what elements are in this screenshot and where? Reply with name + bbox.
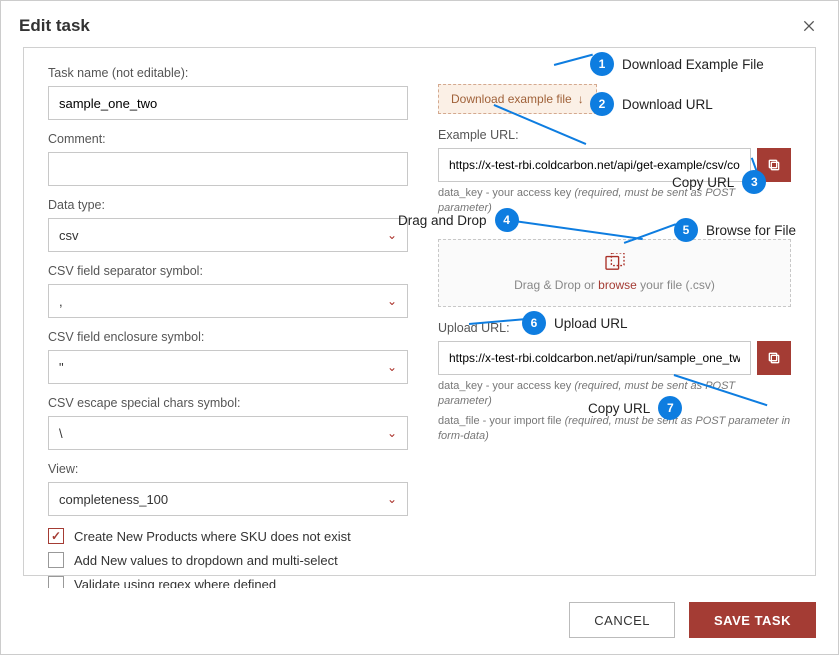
- data-type-select[interactable]: csv ⌄: [48, 218, 408, 252]
- upload-url-input[interactable]: [438, 341, 751, 375]
- chevron-down-icon: ⌄: [387, 360, 397, 374]
- example-url-hint: data_key - your access key (required, mu…: [438, 186, 791, 217]
- upload-url-hint-2: data_file - your import file (required, …: [438, 414, 791, 445]
- create-products-label: Create New Products where SKU does not e…: [74, 529, 351, 544]
- download-example-label: Download example file: [451, 92, 572, 106]
- dialog-footer: CANCEL SAVE TASK: [1, 588, 838, 654]
- chevron-down-icon: ⌄: [387, 228, 397, 242]
- escape-label: CSV escape special chars symbol:: [48, 396, 408, 410]
- dialog-title: Edit task: [19, 16, 90, 36]
- separator-label: CSV field separator symbol:: [48, 264, 408, 278]
- right-column: Download example file ↓ Example URL: dat…: [438, 66, 791, 588]
- copy-upload-url-button[interactable]: [757, 341, 791, 375]
- upload-url-label: Upload URL:: [438, 321, 791, 335]
- annotation-line: [554, 54, 593, 66]
- upload-icon: [604, 253, 626, 274]
- task-name-input[interactable]: [48, 86, 408, 120]
- left-column: Task name (not editable): Comment: Data …: [48, 66, 408, 588]
- example-url-input[interactable]: [438, 148, 751, 182]
- example-url-label: Example URL:: [438, 128, 791, 142]
- validate-regex-label: Validate using regex where defined: [74, 577, 276, 589]
- data-type-value: csv: [59, 228, 79, 243]
- escape-select[interactable]: \ ⌄: [48, 416, 408, 450]
- file-dropzone[interactable]: Drag & Drop or browse your file (.csv): [438, 239, 791, 307]
- cancel-button[interactable]: CANCEL: [569, 602, 675, 638]
- close-icon[interactable]: [798, 15, 820, 37]
- view-select[interactable]: completeness_100 ⌄: [48, 482, 408, 516]
- escape-value: \: [59, 426, 63, 441]
- enclosure-select[interactable]: " ⌄: [48, 350, 408, 384]
- dropzone-text: Drag & Drop or browse your file (.csv): [514, 278, 715, 292]
- copy-example-url-button[interactable]: [757, 148, 791, 182]
- data-type-label: Data type:: [48, 198, 408, 212]
- dialog-header: Edit task: [1, 1, 838, 47]
- validate-regex-checkbox[interactable]: [48, 576, 64, 588]
- enclosure-label: CSV field enclosure symbol:: [48, 330, 408, 344]
- separator-select[interactable]: , ⌄: [48, 284, 408, 318]
- upload-url-hint-1: data_key - your access key (required, mu…: [438, 379, 791, 410]
- download-example-button[interactable]: Download example file ↓: [438, 84, 597, 114]
- download-icon: ↓: [578, 92, 584, 106]
- separator-value: ,: [59, 294, 63, 309]
- comment-label: Comment:: [48, 132, 408, 146]
- view-label: View:: [48, 462, 408, 476]
- create-products-checkbox[interactable]: [48, 528, 64, 544]
- view-value: completeness_100: [59, 492, 168, 507]
- browse-link[interactable]: browse: [598, 278, 637, 292]
- chevron-down-icon: ⌄: [387, 426, 397, 440]
- add-values-label: Add New values to dropdown and multi-sel…: [74, 553, 338, 568]
- chevron-down-icon: ⌄: [387, 294, 397, 308]
- form-panel: Task name (not editable): Comment: Data …: [23, 47, 816, 576]
- chevron-down-icon: ⌄: [387, 492, 397, 506]
- save-task-button[interactable]: SAVE TASK: [689, 602, 816, 638]
- comment-input[interactable]: [48, 152, 408, 186]
- task-name-label: Task name (not editable):: [48, 66, 408, 80]
- enclosure-value: ": [59, 360, 64, 375]
- add-values-checkbox[interactable]: [48, 552, 64, 568]
- edit-task-dialog: Edit task Task name (not editable): Comm…: [0, 0, 839, 655]
